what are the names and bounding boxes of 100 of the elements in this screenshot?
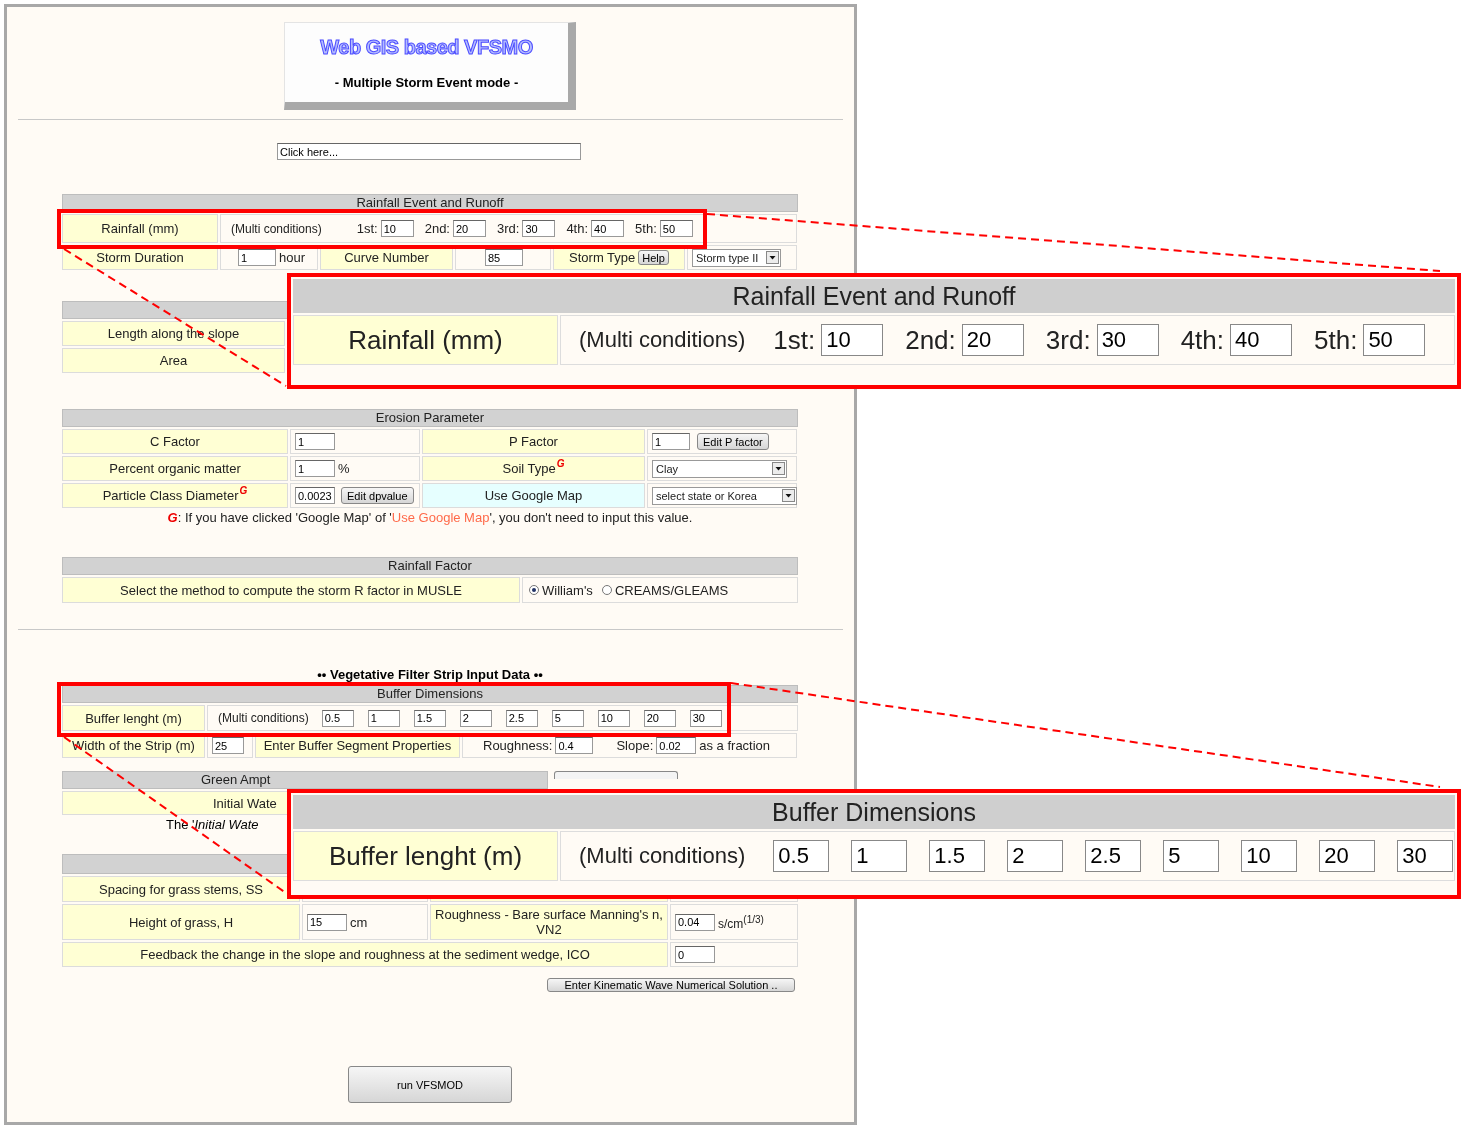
input-field[interactable]: 30: [522, 220, 556, 237]
field-label: 2nd:: [905, 324, 956, 356]
field-label: Particle Class Diameter: [102, 488, 239, 503]
input-field[interactable]: 0: [675, 946, 715, 963]
input-field[interactable]: 30: [689, 709, 722, 727]
input-field[interactable]: 10: [1241, 840, 1298, 872]
field-label: William's: [542, 582, 593, 598]
section-header: Buffer Dimensions: [293, 795, 1455, 829]
field-label: Storm Type: [569, 250, 636, 265]
field-label: 4th:: [566, 221, 589, 236]
footnote-mark: G: [556, 458, 565, 469]
input-field[interactable]: 1: [238, 249, 276, 266]
input-field[interactable]: 5: [1163, 840, 1220, 872]
caret-icon: [782, 489, 795, 502]
label-cell: P Factor: [422, 429, 645, 454]
edit-button[interactable]: Edit dpvalue: [341, 487, 414, 504]
input-field[interactable]: 10: [597, 709, 630, 727]
note-text: G: If you have clicked 'Google Map' of 'Use Google Map', you don't need to input this value.: [166, 510, 694, 526]
field-label: hour: [279, 250, 306, 265]
input-field[interactable]: 1: [295, 460, 335, 477]
footnote-mark: G: [239, 485, 248, 496]
section-header: Rainfall Event and Runoff: [62, 194, 798, 212]
field-label: Soil Type: [502, 461, 556, 476]
run-button[interactable]: run VFSMOD: [348, 1066, 512, 1103]
field-label: Slope:: [616, 738, 654, 753]
input-field[interactable]: 40: [591, 220, 625, 237]
label-cell: Rainfall (mm): [293, 315, 558, 365]
input-field[interactable]: 20: [453, 220, 486, 237]
input-field[interactable]: 0.02: [656, 737, 697, 754]
input-field[interactable]: 20: [961, 324, 1024, 356]
unit-label: s/cm$^{(1/3)}$: [718, 913, 764, 931]
input-field[interactable]: 0.5: [773, 840, 830, 872]
section-header: Erosion Parameter: [62, 409, 798, 427]
input-field[interactable]: 20: [1319, 840, 1376, 872]
caret-icon: [766, 251, 779, 264]
select-field[interactable]: Storm type II: [692, 248, 781, 267]
field-label: 2nd:: [424, 221, 450, 236]
input-field[interactable]: 1.5: [929, 840, 986, 872]
select-field[interactable]: Clay: [652, 459, 787, 478]
input-field[interactable]: 10: [821, 324, 884, 356]
select-field[interactable]: select state or Korea: [652, 486, 797, 505]
input-field[interactable]: 40: [1230, 324, 1292, 356]
input-field[interactable]: 0.4: [555, 737, 594, 754]
label-cell: Area: [62, 348, 285, 373]
input-field[interactable]: 20: [643, 709, 676, 727]
hint-text: (Multi conditions): [579, 327, 746, 353]
input-field[interactable]: 1: [367, 709, 400, 727]
edit-button[interactable]: Edit P factor: [697, 433, 769, 450]
label-cell: Height of grass, H: [62, 904, 300, 940]
hint-text: (Multi conditions): [218, 711, 309, 725]
field-label: 3rd:: [1045, 324, 1091, 356]
label-cell: Buffer lenght (m): [293, 831, 558, 881]
field-label: 4th:: [1180, 324, 1224, 356]
input-field[interactable]: 5: [551, 709, 584, 727]
input-field[interactable]: 0.0023: [295, 487, 335, 504]
label-cell: C Factor: [62, 429, 288, 454]
input-field[interactable]: 50: [1363, 324, 1426, 356]
label-cell: Feedback the change in the slope and roughness at the sediment wedge, ICO: [62, 942, 668, 967]
header-text: Green Ampt: [201, 772, 271, 788]
input-field[interactable]: 1.5: [413, 709, 446, 727]
field-label: as a fraction: [699, 738, 771, 753]
field-label: Roughness:: [483, 738, 553, 753]
input-field[interactable]: 0.04: [675, 913, 715, 931]
label-cell: Buffer lenght (m): [62, 705, 205, 731]
label-cell: Spacing for grass stems, SS: [62, 876, 300, 902]
section-header: Rainfall Factor: [62, 557, 798, 575]
input-field[interactable]: 1: [295, 433, 335, 450]
location-field[interactable]: Click here...: [277, 143, 581, 160]
label-cell: Rainfall (mm): [62, 214, 218, 243]
section-title: •• Vegetative Filter Strip Input Data ••: [316, 667, 544, 683]
field-label: 1st:: [356, 221, 378, 236]
hint-text: (Multi conditions): [231, 221, 322, 236]
label-cell: Percent organic matter: [62, 456, 288, 481]
input-field[interactable]: 1: [652, 433, 690, 450]
radio-button[interactable]: [529, 585, 539, 595]
section-header: Rainfall Event and Runoff: [293, 279, 1455, 313]
input-field[interactable]: 25: [212, 737, 244, 754]
help-button[interactable]: Help: [638, 250, 669, 265]
hint-text: (Multi conditions): [579, 843, 746, 869]
input-field[interactable]: 50: [659, 220, 693, 237]
input-field[interactable]: 30: [1397, 840, 1454, 872]
input-field[interactable]: 10: [380, 220, 414, 237]
input-field[interactable]: 2: [1007, 840, 1064, 872]
input-field[interactable]: 15: [307, 913, 347, 931]
field-label: CREAMS/GLEAMS: [614, 582, 729, 598]
input-field[interactable]: 0.5: [321, 709, 354, 727]
mode-subtitle: - Multiple Storm Event mode -: [334, 74, 519, 90]
input-field[interactable]: 2: [459, 709, 492, 727]
input-field[interactable]: 2.5: [505, 709, 538, 727]
label-cell: Select the method to compute the storm R factor in MUSLE: [62, 577, 520, 603]
solution-button[interactable]: Enter Kinematic Wave Numerical Solution ..: [547, 978, 795, 992]
field-label: 3rd:: [497, 221, 520, 236]
radio-button[interactable]: [601, 585, 612, 595]
edit-button[interactable]: [554, 771, 678, 779]
input-field[interactable]: 1: [851, 840, 908, 872]
app-title: Web GIS based VFSMO: [320, 35, 533, 59]
label-cell: Use Google Map: [422, 483, 645, 508]
input-field[interactable]: 85: [485, 249, 523, 266]
input-field[interactable]: 2.5: [1085, 840, 1142, 872]
input-field[interactable]: 30: [1096, 324, 1159, 356]
